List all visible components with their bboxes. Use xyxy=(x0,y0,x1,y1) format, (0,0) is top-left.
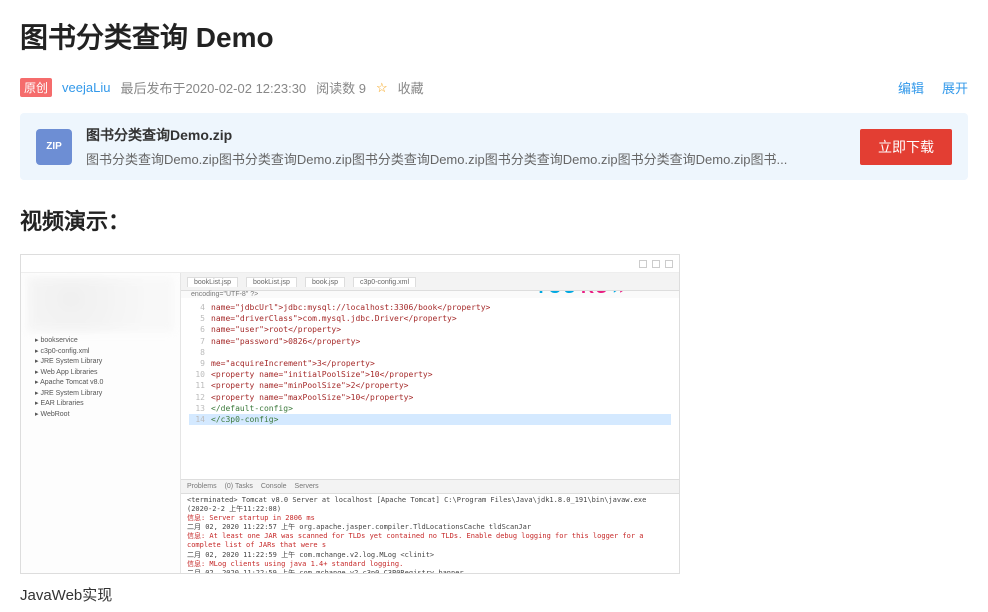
tree-item: ▸ c3p0-config.xml xyxy=(27,347,174,358)
console-tab: (0) Tasks xyxy=(225,483,253,490)
code-line: 11<property name="minPoolSize">2</proper… xyxy=(189,380,671,391)
download-filename: 图书分类查询Demo.zip xyxy=(86,125,846,145)
tree-item: ▸ bookservice xyxy=(27,336,174,347)
edit-link[interactable]: 编辑 xyxy=(898,78,924,97)
ide-tabs: bookList.jsp bookList.jsp book.jsp c3p0-con… xyxy=(181,273,679,291)
close-icon xyxy=(665,260,673,268)
console-line: 信息: MLog clients using java 1.4+ standar… xyxy=(187,560,673,569)
video-caption: JavaWeb实现 xyxy=(20,584,968,605)
code-line: 6name="user">root</property> xyxy=(189,324,671,335)
code-line: 7name="password">0826</property> xyxy=(189,336,671,347)
download-description: 图书分类查询Demo.zip图书分类查询Demo.zip图书分类查询Demo.z… xyxy=(86,149,846,168)
max-icon xyxy=(652,260,660,268)
code-line: 10<property name="initialPoolSize">10</p… xyxy=(189,369,671,380)
ide-screenshot: ▸ bookservice▸ c3p0-config.xml▸ JRE Syst… xyxy=(21,255,679,573)
console-line: 二月 02, 2020 11:22:59 上午 com.mchange.v2.c… xyxy=(187,569,673,573)
code-line: 14</c3p0-config> xyxy=(189,414,671,425)
code-line: 9me="acquireIncrement">3</property> xyxy=(189,358,671,369)
ide-tab: bookList.jsp xyxy=(246,277,297,287)
meta-row: 原创 veejaLiu 最后发布于2020-02-02 12:23:30 阅读数… xyxy=(20,78,968,113)
ide-editor: 4name="jdbcUrl">jdbc:mysql://localhost:3… xyxy=(181,298,679,479)
console-tab: Problems xyxy=(187,483,217,490)
tree-item: ▸ JRE System Library xyxy=(27,389,174,400)
ide-tab: book.jsp xyxy=(305,277,345,287)
console-line: 二月 02, 2020 11:22:59 上午 com.mchange.v2.l… xyxy=(187,551,673,560)
code-line: 8 xyxy=(189,347,671,358)
expand-link[interactable]: 展开 xyxy=(942,78,968,97)
star-icon: ☆ xyxy=(376,80,388,96)
tree-item: ▸ JRE System Library xyxy=(27,357,174,368)
tree-item: ▸ Apache Tomcat v8.0 xyxy=(27,378,174,389)
tree-item: ▸ Web App Libraries xyxy=(27,368,174,379)
original-badge: 原创 xyxy=(20,78,52,97)
video-thumbnail[interactable]: YOUKU ▸ bookservice▸ c3p0-config.xml▸ JR… xyxy=(20,254,680,574)
min-icon xyxy=(639,260,647,268)
console-tab: Servers xyxy=(295,483,319,490)
code-line: 5name="driverClass">com.mysql.jdbc.Drive… xyxy=(189,313,671,324)
favorite-label[interactable]: 收藏 xyxy=(398,78,424,97)
publish-date: 最后发布于2020-02-02 12:23:30 xyxy=(120,78,306,97)
console-line: 信息: Server startup in 2806 ms xyxy=(187,514,673,523)
console-line: 信息: At least one JAR was scanned for TLD… xyxy=(187,532,673,550)
tree-item: ▸ WebRoot xyxy=(27,410,174,421)
author-link[interactable]: veejaLiu xyxy=(62,80,110,95)
code-line: 13</default-config> xyxy=(189,403,671,414)
download-button[interactable]: 立即下载 xyxy=(860,129,952,165)
page-title: 图书分类查询 Demo xyxy=(20,0,968,78)
console-line: 二月 02, 2020 11:22:57 上午 org.apache.jaspe… xyxy=(187,523,673,532)
zip-icon: ZIP xyxy=(36,129,72,165)
section-heading: 视频演示： xyxy=(20,204,968,236)
console-line: <terminated> Tomcat v8.0 Server at local… xyxy=(187,496,673,514)
code-line: 12<property name="maxPoolSize">10</prope… xyxy=(189,392,671,403)
download-box: ZIP 图书分类查询Demo.zip 图书分类查询Demo.zip图书分类查询D… xyxy=(20,113,968,180)
ide-console: <terminated> Tomcat v8.0 Server at local… xyxy=(181,493,679,573)
ide-sidebar: ▸ bookservice▸ c3p0-config.xml▸ JRE Syst… xyxy=(21,273,181,573)
console-tab: Console xyxy=(261,483,287,490)
ide-tab: c3p0-config.xml xyxy=(353,277,416,287)
ide-tab: bookList.jsp xyxy=(187,277,238,287)
read-count: 阅读数 9 xyxy=(316,78,366,97)
ide-encoding: encoding="UTF-8" ?> xyxy=(181,291,679,298)
ide-console-tabs: Problems (0) Tasks Console Servers xyxy=(181,479,679,493)
tree-item: ▸ EAR Libraries xyxy=(27,399,174,410)
ide-titlebar xyxy=(21,255,679,273)
download-info: 图书分类查询Demo.zip 图书分类查询Demo.zip图书分类查询Demo.… xyxy=(86,125,846,168)
code-line: 4name="jdbcUrl">jdbc:mysql://localhost:3… xyxy=(189,302,671,313)
